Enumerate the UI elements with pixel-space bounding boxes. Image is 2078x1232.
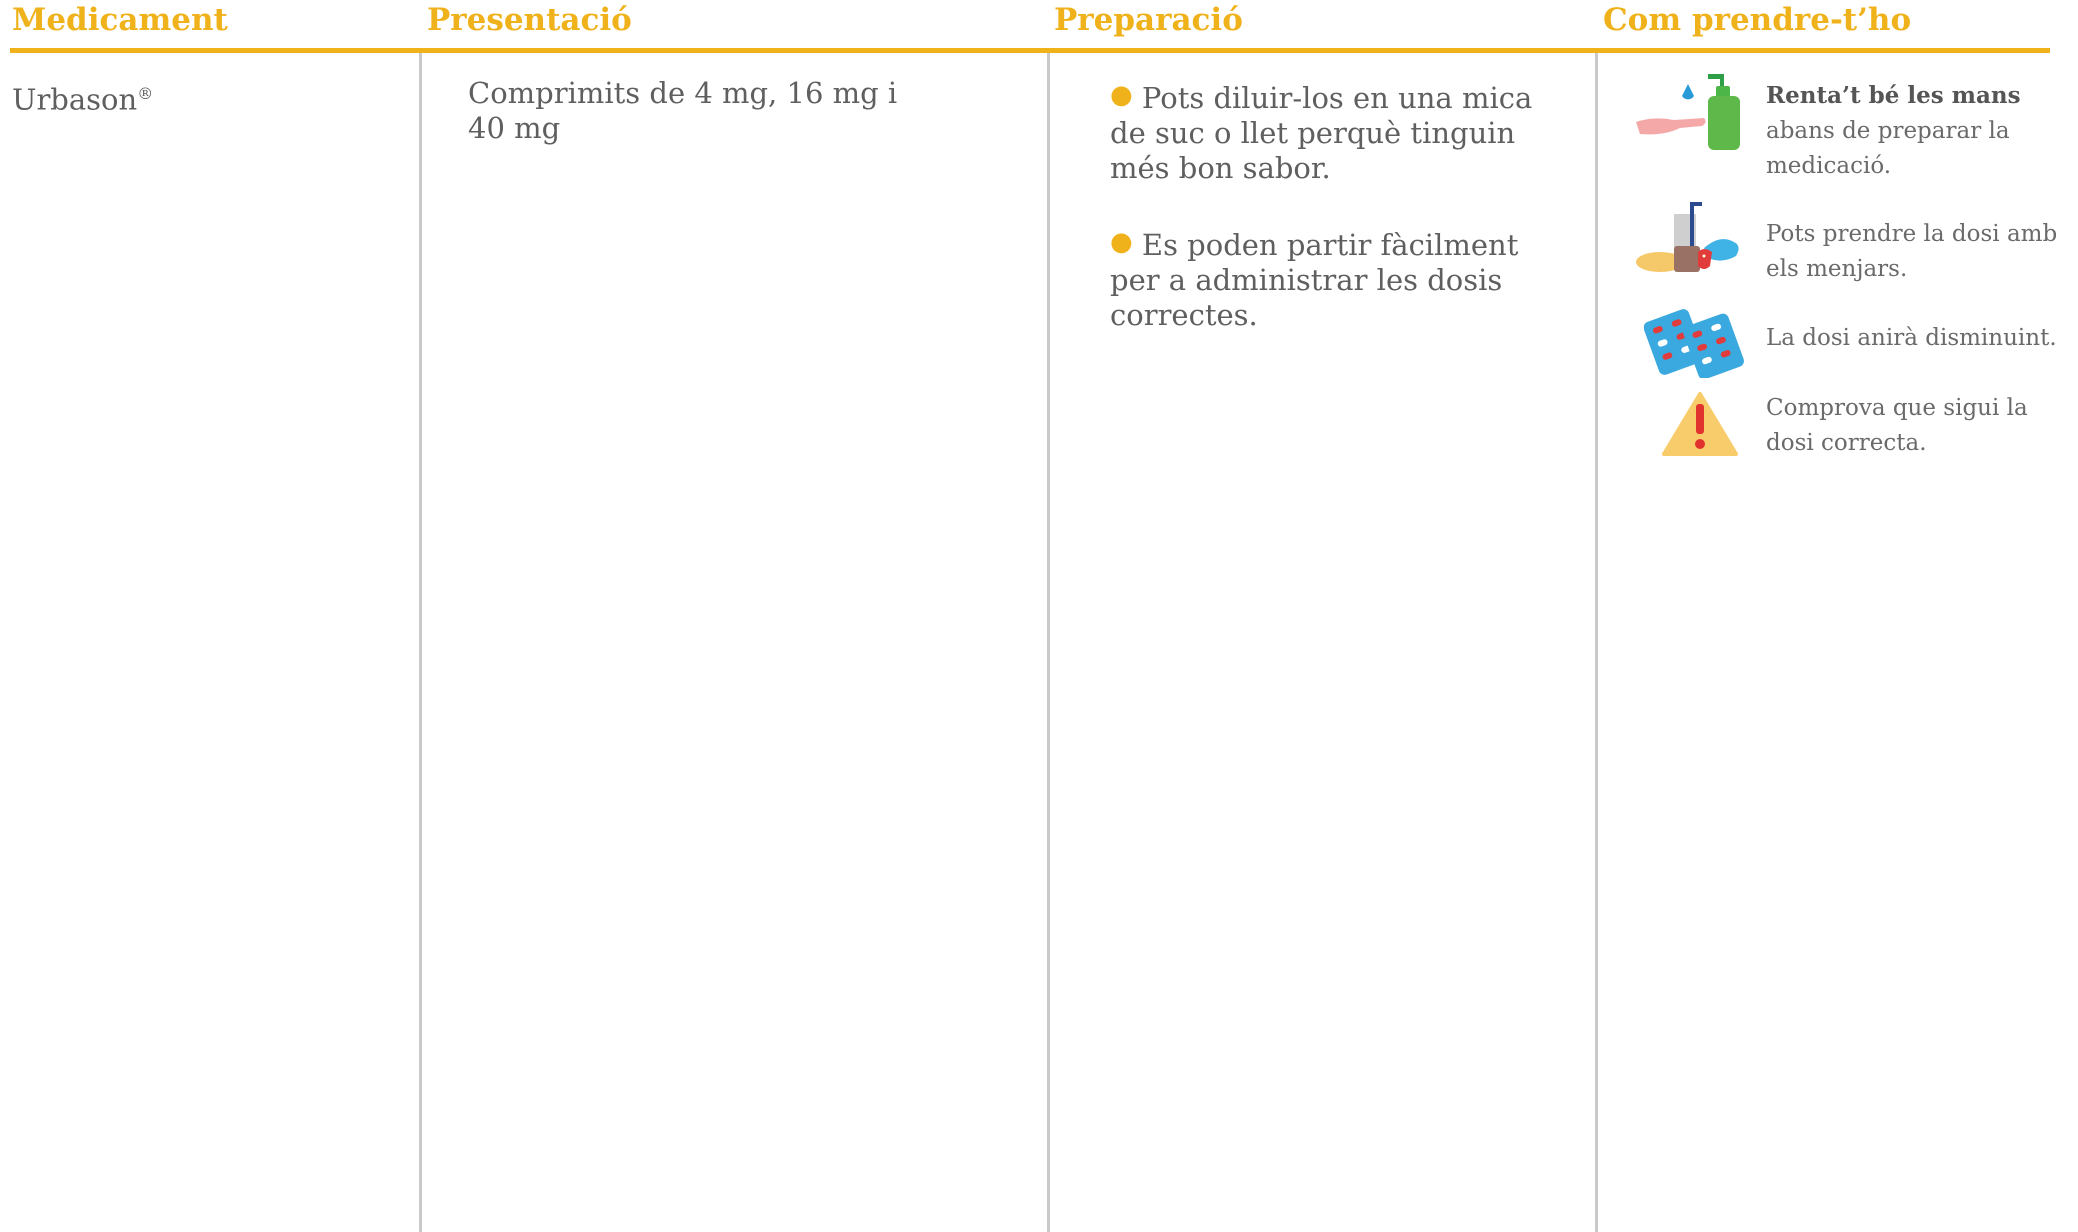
preparacio-item: ● Pots diluir-los en una mica de suc o l… bbox=[1110, 80, 1533, 185]
food-icon bbox=[1636, 202, 1739, 272]
instruction-text: Renta’t bé les mans abans de preparar la… bbox=[1766, 82, 2021, 179]
column-divider bbox=[1595, 53, 1598, 1232]
hand-wash-icon bbox=[1636, 74, 1740, 150]
header-presentacio: Presentació bbox=[427, 2, 632, 38]
bullet-icon: ● bbox=[1110, 80, 1133, 110]
header-medicament: Medicament bbox=[12, 2, 228, 38]
medicament-name: Urbason® bbox=[12, 82, 154, 117]
header-preparacio: Preparació bbox=[1054, 2, 1243, 38]
header-com-prendre: Com prendre-t’ho bbox=[1603, 2, 1912, 38]
header-rule bbox=[10, 48, 2050, 53]
instruction-text: Comprova que sigui la dosi correcta. bbox=[1766, 395, 2028, 456]
pill-blister-icon bbox=[1644, 309, 1744, 378]
bullet-icon: ● bbox=[1110, 227, 1133, 257]
warning-icon bbox=[1662, 392, 1738, 456]
presentacio-text: Comprimits de 4 mg, 16 mg i 40 mg bbox=[468, 76, 898, 145]
column-divider bbox=[1047, 53, 1050, 1232]
column-divider bbox=[419, 53, 422, 1232]
instruction-text: La dosi anirà disminuint. bbox=[1766, 325, 2057, 351]
instruction-text: Pots prendre la dosi amb els menjars. bbox=[1766, 221, 2058, 282]
preparacio-item: ● Es poden partir fàcilment per a admini… bbox=[1110, 227, 1519, 332]
